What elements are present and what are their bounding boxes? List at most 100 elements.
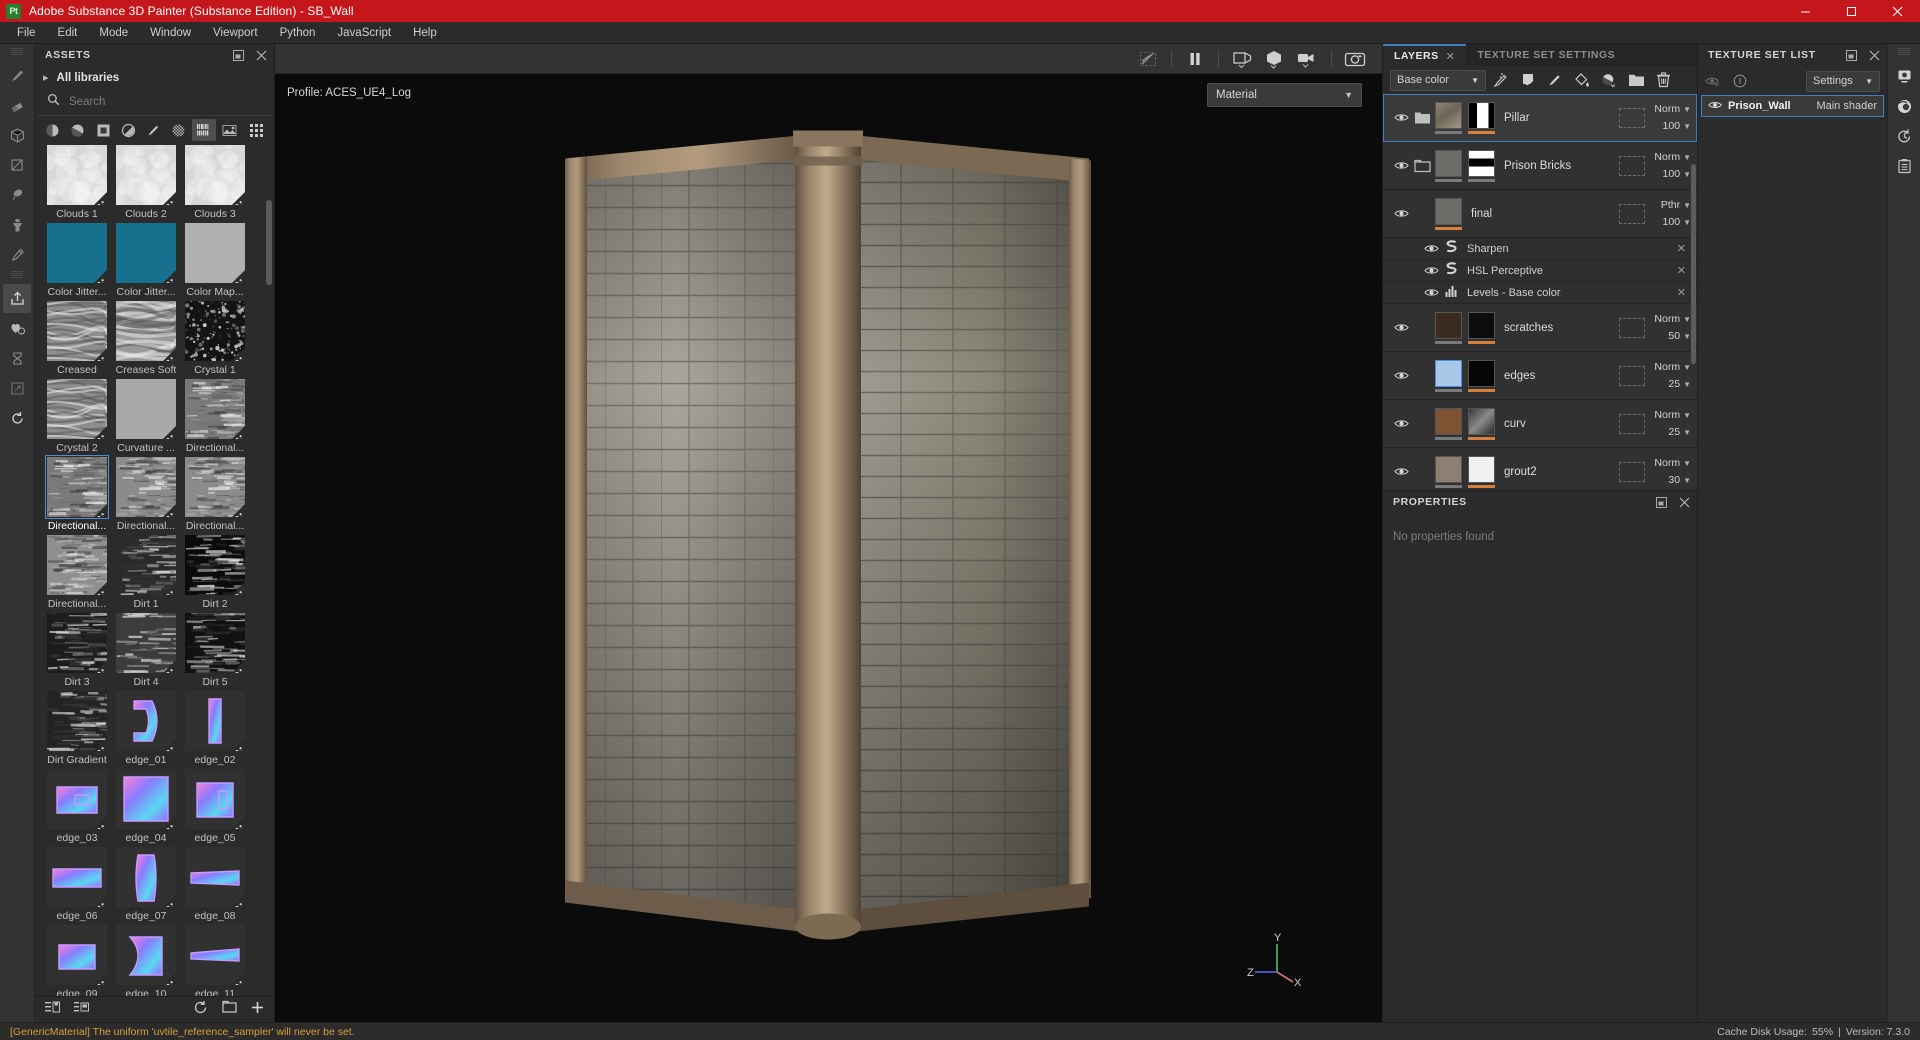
asset-item[interactable]: edge_09 [43,925,111,996]
filter-masks[interactable] [91,119,114,141]
layer-effect-row[interactable]: Levels - Base color ✕ [1383,282,1697,304]
toggle-uv-display-button[interactable] [1133,46,1163,72]
layer-row[interactable]: scratches Norm ▼ 50 ▼ [1383,304,1697,352]
asset-item[interactable]: Color Jitter... [112,223,180,300]
log-button[interactable] [1890,151,1918,181]
layer-blend-mode[interactable]: Norm ▼ [1654,457,1691,469]
menu-window[interactable]: Window [139,24,202,42]
eye-icon[interactable] [1391,322,1411,333]
eye-icon[interactable] [1421,287,1441,298]
asset-item[interactable]: edge_05 [181,769,249,846]
layer-opacity[interactable]: 50 ▼ [1668,330,1691,342]
shader-settings-button[interactable] [1890,91,1918,121]
filter-materials[interactable] [41,119,64,141]
asset-item[interactable]: Directional... [181,457,249,534]
layer-blend-mode[interactable]: Norm ▼ [1654,103,1691,115]
viewport-3d[interactable]: Profile: ACES_UE4_Log Material ▼ Y Z X [275,74,1382,1022]
resize-tool[interactable] [3,374,31,403]
eye-icon[interactable] [1708,97,1722,115]
float-panel-icon[interactable] [1655,496,1668,509]
texture-set-item-prison-wall[interactable]: Prison_Wall Main shader [1701,95,1884,117]
layer-row[interactable]: curv Norm ▼ 25 ▼ [1383,400,1697,448]
toolbar-grip[interactable] [11,48,23,55]
add-smart-material-button[interactable] [1597,69,1621,91]
asset-item[interactable]: Crystal 2 [43,379,111,456]
projection-tool[interactable] [3,121,31,150]
pause-engine-button[interactable] [1180,46,1210,72]
filter-textures[interactable] [192,119,216,142]
remove-effect-icon[interactable]: ✕ [1677,286,1686,299]
layer-content-thumbnail[interactable] [1435,101,1462,134]
clone-tool[interactable] [3,211,31,240]
asset-item[interactable]: Directional... [112,457,180,534]
layer-mask-thumbnail[interactable] [1468,407,1495,440]
layer-mask-thumbnail[interactable] [1468,359,1495,392]
filter-environments[interactable] [218,119,241,141]
menu-python[interactable]: Python [269,24,327,42]
eye-icon[interactable] [1391,112,1411,123]
asset-item[interactable]: Creases Soft [112,301,180,378]
asset-item[interactable]: Color Jitter... [43,223,111,300]
search-input[interactable] [69,96,262,109]
layer-opacity[interactable]: 100 ▼ [1663,216,1691,228]
remove-effect-icon[interactable]: ✕ [1677,242,1686,255]
layer-content-thumbnail[interactable] [1435,359,1462,392]
layer-content-thumbnail[interactable] [1435,311,1462,344]
add-mask-slot[interactable] [1619,461,1645,482]
add-fill-layer-button[interactable] [1489,69,1513,91]
eye-icon[interactable] [1391,370,1411,381]
baking-progress-tool[interactable] [3,344,31,373]
filter-grid-view[interactable] [245,119,268,141]
asset-item[interactable]: Directional... [43,535,111,612]
layer-row[interactable]: Pillar Norm ▼ 100 ▼ [1383,94,1697,142]
eye-icon[interactable] [1391,160,1411,171]
toggle-visibility-icon[interactable] [1705,74,1720,89]
reload-tool[interactable] [3,404,31,433]
layer-row[interactable]: final Pthr ▼ 100 ▼ [1383,190,1697,238]
layer-opacity[interactable]: 25 ▼ [1668,378,1691,390]
layer-mask-thumbnail[interactable] [1468,311,1495,344]
eye-icon[interactable] [1391,208,1411,219]
asset-item[interactable]: edge_06 [43,847,111,924]
material-select[interactable]: Material ▼ [1207,83,1362,107]
layer-blend-mode[interactable]: Pthr ▼ [1661,199,1691,211]
asset-item[interactable]: Clouds 2 [112,145,180,222]
filter-smart-materials[interactable] [66,119,89,141]
asset-item[interactable]: Dirt 1 [112,535,180,612]
layer-blend-mode[interactable]: Norm ▼ [1654,409,1691,421]
assets-scroll-area[interactable]: Clouds 1 Clouds 2 Clouds 3 Color Jitter... C… [35,145,274,996]
delete-layer-button[interactable] [1651,69,1675,91]
eraser-tool[interactable] [3,91,31,120]
layer-opacity[interactable]: 100 ▼ [1663,120,1691,132]
smudge-tool[interactable] [3,181,31,210]
display-mode-button[interactable] [1227,46,1259,72]
layer-content-thumbnail[interactable] [1435,149,1462,182]
add-fill-button[interactable] [1570,69,1594,91]
filter-brushes[interactable] [142,119,165,141]
close-panel-icon[interactable] [255,49,268,62]
layer-content-thumbnail[interactable] [1435,455,1462,488]
detail-view-icon[interactable] [74,1001,89,1019]
paint-brush-tool[interactable] [3,61,31,90]
asset-item[interactable]: Directional... [43,455,111,534]
tab-texture-set-settings[interactable]: TEXTURE SET SETTINGS [1466,44,1627,66]
layer-row[interactable]: Prison Bricks Norm ▼ 100 ▼ [1383,142,1697,190]
asset-item[interactable]: edge_02 [181,691,249,768]
history-button[interactable] [1890,121,1918,151]
camera-view-button[interactable] [1291,46,1323,72]
maximize-button[interactable] [1828,0,1874,22]
asset-item[interactable]: Clouds 3 [181,145,249,222]
layer-blend-mode[interactable]: Norm ▼ [1654,151,1691,163]
refresh-assets-icon[interactable] [193,1000,208,1020]
folder-closed-icon[interactable] [1411,111,1433,125]
asset-item[interactable]: Dirt 3 [43,613,111,690]
close-icon[interactable]: ✕ [1446,50,1456,63]
material-picker-tool[interactable] [3,241,31,270]
filter-smart-masks[interactable] [117,119,140,141]
layer-opacity[interactable]: 100 ▼ [1663,168,1691,180]
layer-mask-thumbnail[interactable] [1468,149,1495,182]
asset-item[interactable]: Curvature ... [112,379,180,456]
screenshot-button[interactable] [1340,46,1370,72]
asset-item[interactable]: edge_11 [181,925,249,996]
eye-icon[interactable] [1421,243,1441,254]
